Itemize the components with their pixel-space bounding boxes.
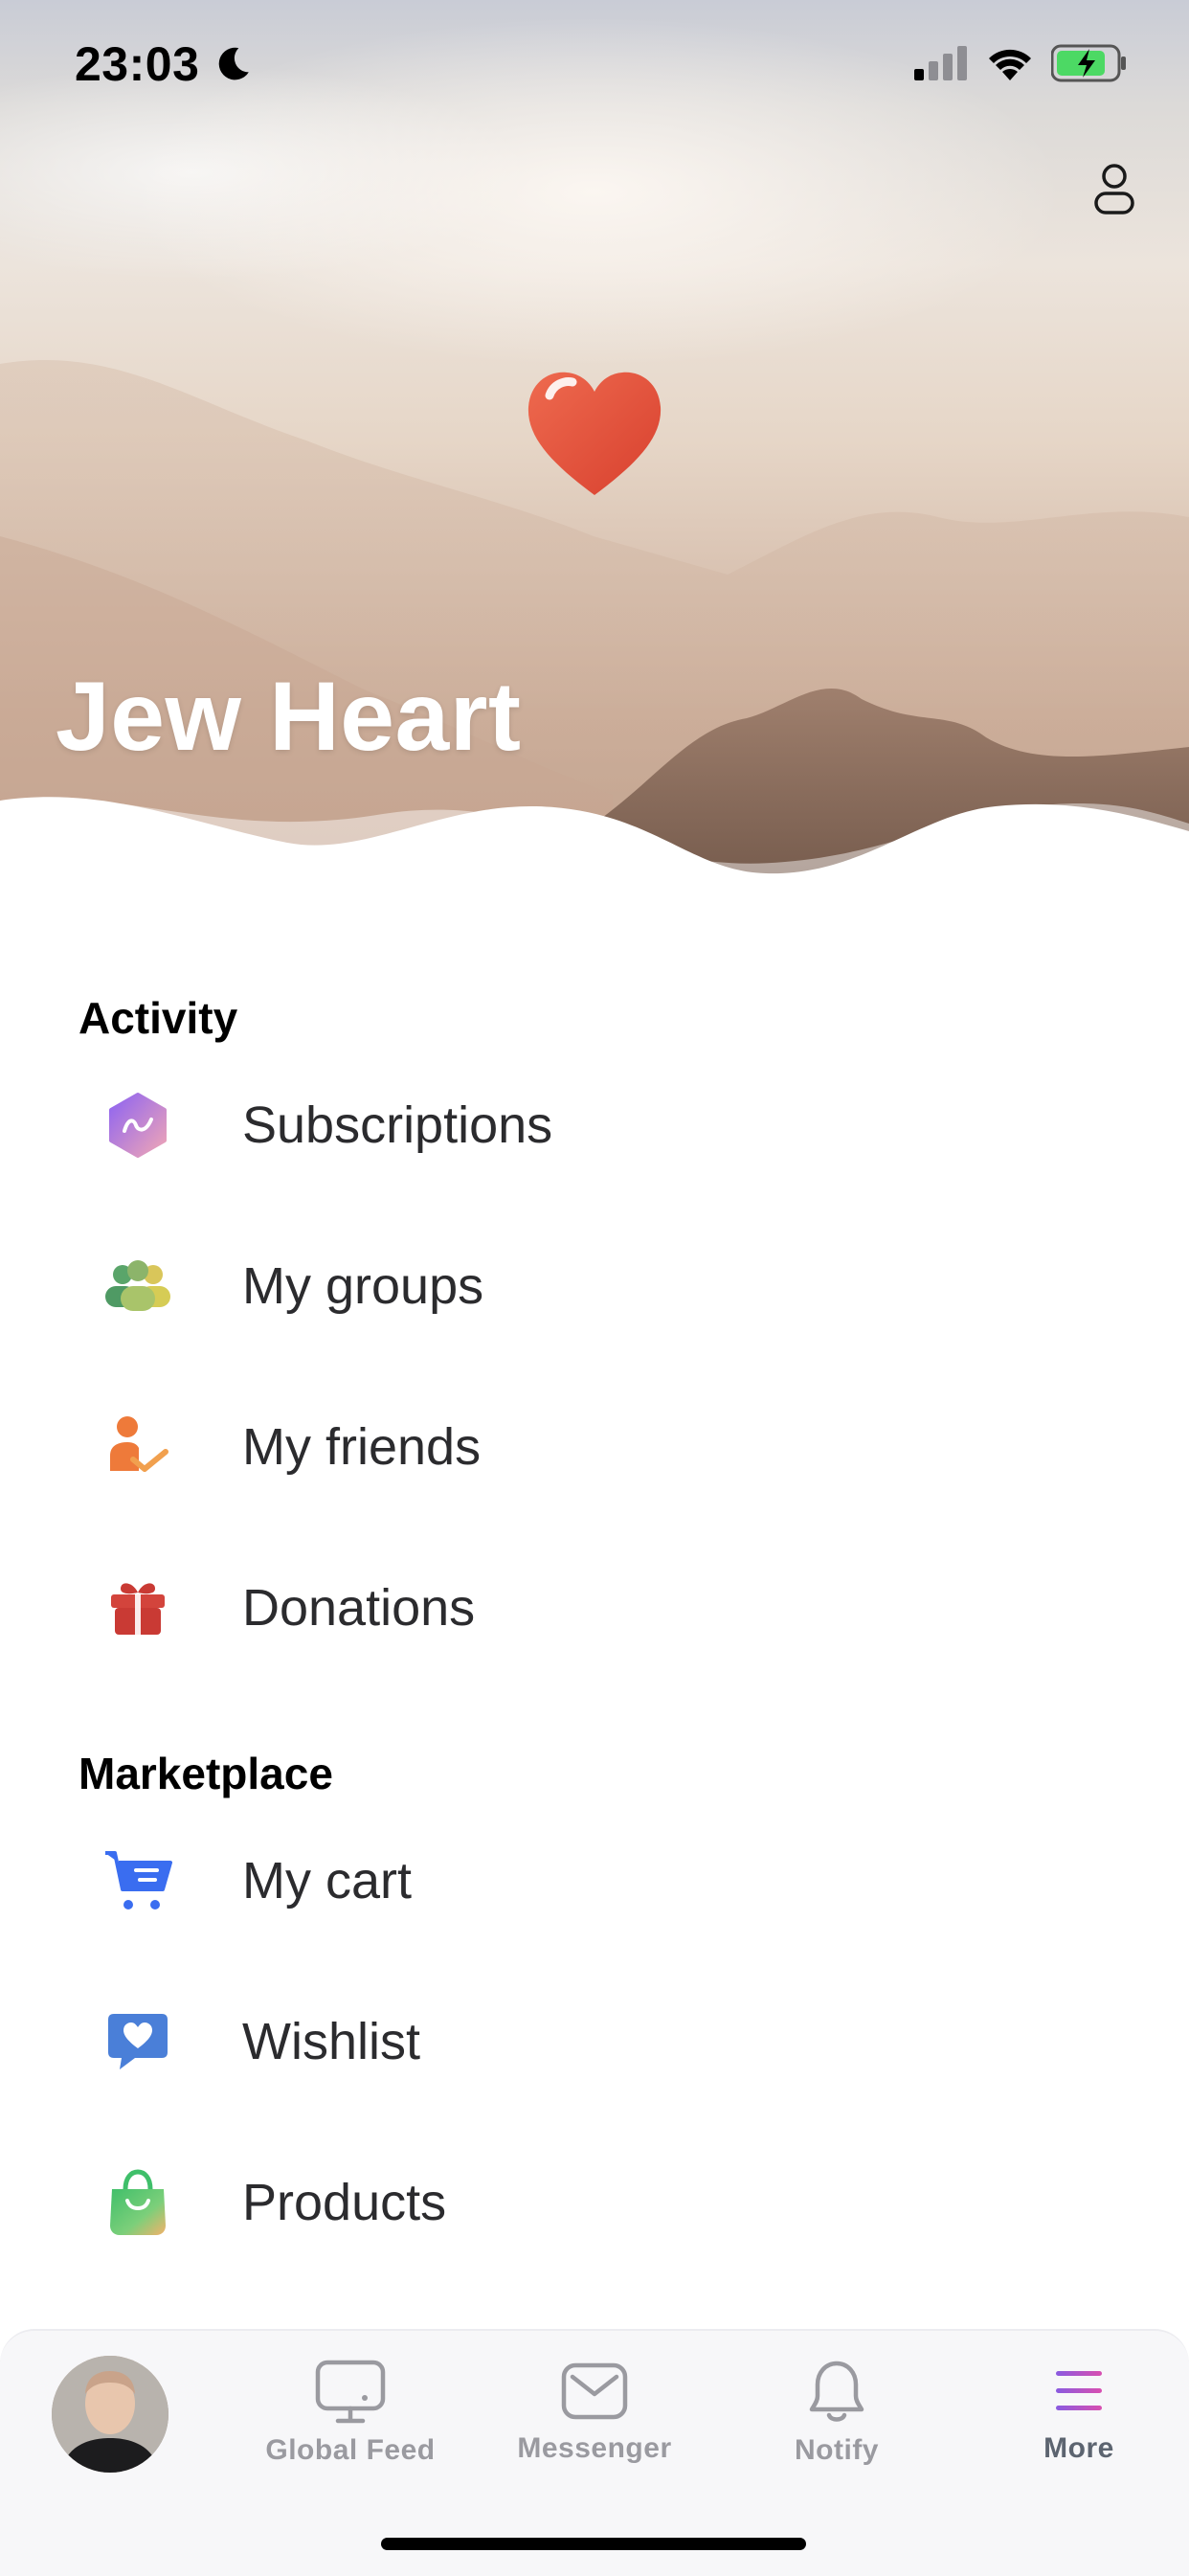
- avatar[interactable]: [52, 2356, 168, 2473]
- menu-label-wishlist: Wishlist: [242, 2013, 420, 2070]
- cellular-signal-icon: [914, 46, 967, 80]
- tab-more[interactable]: More: [974, 2360, 1184, 2503]
- monitor-icon: [315, 2360, 386, 2424]
- menu-item-subscriptions[interactable]: Subscriptions: [0, 1053, 1189, 1197]
- gift-icon: [100, 1570, 176, 1646]
- menu-item-my-groups[interactable]: My groups: [0, 1214, 1189, 1358]
- section-title-activity: Activity: [79, 993, 238, 1043]
- home-indicator[interactable]: [381, 2538, 806, 2550]
- groups-icon: [100, 1248, 176, 1324]
- menu-label-donations: Donations: [242, 1579, 476, 1637]
- menu-label-my-groups: My groups: [242, 1257, 484, 1315]
- menu-label-subscriptions: Subscriptions: [242, 1096, 553, 1154]
- menu-label-products: Products: [242, 2174, 447, 2231]
- friends-icon: [100, 1409, 176, 1485]
- menu-label-my-friends: My friends: [242, 1418, 482, 1476]
- menu-label-my-cart: My cart: [242, 1852, 413, 1909]
- menu-icon: [1056, 2371, 1102, 2410]
- bell-icon: [809, 2361, 864, 2422]
- page-title: Jew Heart: [56, 662, 522, 771]
- subscriptions-icon: [100, 1087, 176, 1164]
- cart-icon: [100, 1842, 176, 1919]
- tab-messenger[interactable]: Messenger: [489, 2360, 700, 2503]
- wifi-icon: [989, 49, 1031, 80]
- shopping-bag-icon: [100, 2164, 176, 2241]
- moon-icon: [218, 47, 249, 80]
- menu-item-products[interactable]: Products: [0, 2131, 1189, 2274]
- tab-label-more: More: [1043, 2432, 1114, 2464]
- wishlist-icon: [100, 2003, 176, 2080]
- menu-item-my-cart[interactable]: My cart: [0, 1809, 1189, 1953]
- status-time: 23:03: [75, 37, 200, 91]
- status-bar: 23:03: [0, 0, 1189, 134]
- section-title-marketplace: Marketplace: [79, 1749, 333, 1798]
- tab-label-global-feed: Global Feed: [265, 2434, 436, 2466]
- menu-item-my-friends[interactable]: My friends: [0, 1375, 1189, 1519]
- tab-label-notify: Notify: [795, 2434, 879, 2466]
- tab-notify[interactable]: Notify: [731, 2360, 942, 2503]
- envelope-icon: [561, 2362, 628, 2420]
- tab-global-feed[interactable]: Global Feed: [245, 2360, 456, 2503]
- wave-divider: [0, 797, 1189, 881]
- menu-item-donations[interactable]: Donations: [0, 1536, 1189, 1680]
- menu-item-wishlist[interactable]: Wishlist: [0, 1970, 1189, 2113]
- header-hero: 23:03 Jew Heart: [0, 0, 1189, 881]
- red-heart-icon: [527, 372, 662, 495]
- tab-label-messenger: Messenger: [517, 2432, 672, 2464]
- battery-charging-icon: [1051, 44, 1126, 82]
- person-outline-icon[interactable]: [1091, 163, 1137, 216]
